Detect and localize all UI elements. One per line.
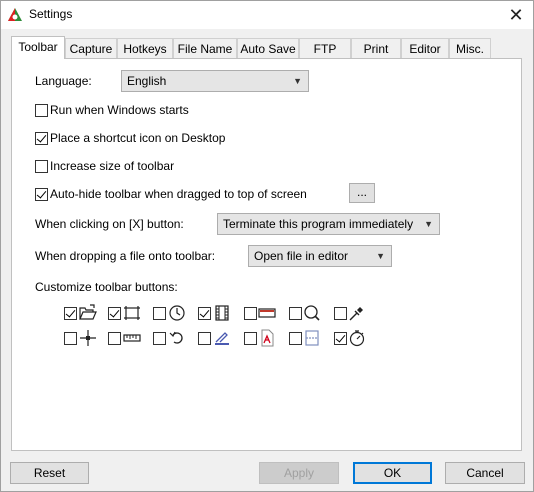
- title-bar[interactable]: Settings ✕: [1, 1, 533, 29]
- toolbar-button-checkbox[interactable]: [244, 332, 257, 345]
- close-click-select[interactable]: Terminate this program immediately ▼: [217, 213, 440, 235]
- pdf-icon: [261, 329, 274, 347]
- auto-hide-options-button[interactable]: ...: [349, 183, 375, 203]
- auto-hide-toolbar-label: Auto-hide toolbar when dragged to top of…: [50, 187, 307, 201]
- ruler-icon: [123, 334, 141, 342]
- tab-auto-save[interactable]: Auto Save: [237, 38, 299, 58]
- close-click-select-value: Terminate this program immediately: [223, 217, 414, 231]
- toolbar-button-checkbox[interactable]: [334, 332, 347, 345]
- tab-toolbar[interactable]: Toolbar: [11, 36, 65, 59]
- open-folder-icon: [79, 304, 97, 320]
- tab-hotkeys[interactable]: Hotkeys: [117, 38, 173, 58]
- run-on-startup-label: Run when Windows starts: [50, 103, 189, 117]
- window-bar-icon: [258, 308, 276, 318]
- reset-button[interactable]: Reset: [10, 462, 89, 484]
- scanner-icon: [215, 332, 229, 345]
- undo-arrow-icon: [169, 331, 183, 344]
- app-icon: [8, 8, 22, 21]
- tab-misc[interactable]: Misc.: [449, 38, 491, 58]
- apply-button[interactable]: Apply: [259, 462, 339, 484]
- window-title: Settings: [29, 7, 73, 21]
- toolbar-button-checkbox[interactable]: [153, 332, 166, 345]
- color-picker-icon: [349, 307, 363, 321]
- run-on-startup-checkbox[interactable]: [35, 104, 48, 117]
- toolbar-tab-panel: Language: English ▼ Run when Windows sta…: [11, 58, 522, 451]
- toolbar-button-checkbox[interactable]: [198, 307, 211, 320]
- drop-file-select[interactable]: Open file in editor ▼: [248, 245, 392, 267]
- language-select[interactable]: English ▼: [121, 70, 309, 92]
- desktop-shortcut-checkbox[interactable]: [35, 132, 48, 145]
- close-icon[interactable]: ✕: [499, 1, 533, 29]
- cancel-button[interactable]: Cancel: [445, 462, 525, 484]
- language-select-value: English: [127, 74, 167, 88]
- crosshair-icon: [80, 330, 96, 346]
- film-strip-icon: [215, 305, 229, 321]
- tab-print[interactable]: Print: [351, 38, 401, 58]
- language-label: Language:: [35, 74, 92, 88]
- auto-hide-toolbar-checkbox[interactable]: [35, 188, 48, 201]
- toolbar-button-checkbox[interactable]: [108, 307, 121, 320]
- chevron-down-icon: ▼: [293, 76, 302, 86]
- chevron-down-icon: ▼: [376, 251, 385, 261]
- increase-toolbar-size-checkbox[interactable]: [35, 160, 48, 173]
- chevron-down-icon: ▼: [424, 219, 433, 229]
- toolbar-button-checkbox[interactable]: [108, 332, 121, 345]
- ok-button[interactable]: OK: [353, 462, 432, 484]
- tab-strip: Toolbar Capture Hotkeys File Name Auto S…: [11, 36, 523, 59]
- settings-window: Settings ✕ Toolbar Capture Hotkeys File …: [0, 0, 534, 492]
- scroll-capture-icon: [305, 330, 319, 346]
- toolbar-button-checkbox[interactable]: [64, 332, 77, 345]
- timer-clock-icon: [169, 305, 185, 321]
- toolbar-button-checkbox[interactable]: [334, 307, 347, 320]
- magnifier-icon: [304, 305, 320, 321]
- tab-capture[interactable]: Capture: [65, 38, 117, 58]
- drop-file-label: When dropping a file onto toolbar:: [35, 249, 216, 263]
- increase-toolbar-size-label: Increase size of toolbar: [50, 159, 175, 173]
- tab-file-name[interactable]: File Name: [173, 38, 237, 58]
- toolbar-button-checkbox[interactable]: [289, 332, 302, 345]
- toolbar-button-checkbox[interactable]: [198, 332, 211, 345]
- close-click-label: When clicking on [X] button:: [35, 217, 184, 231]
- rectangle-capture-icon: [124, 306, 140, 320]
- toolbar-button-checkbox[interactable]: [64, 307, 77, 320]
- stopwatch-icon: [349, 330, 365, 347]
- customize-buttons-label: Customize toolbar buttons:: [35, 280, 178, 294]
- toolbar-button-checkbox[interactable]: [153, 307, 166, 320]
- toolbar-button-checkbox[interactable]: [289, 307, 302, 320]
- desktop-shortcut-label: Place a shortcut icon on Desktop: [50, 131, 226, 145]
- tab-editor[interactable]: Editor: [401, 38, 449, 58]
- drop-file-select-value: Open file in editor: [254, 249, 349, 263]
- tab-ftp[interactable]: FTP: [299, 38, 351, 58]
- toolbar-button-checkbox[interactable]: [244, 307, 257, 320]
